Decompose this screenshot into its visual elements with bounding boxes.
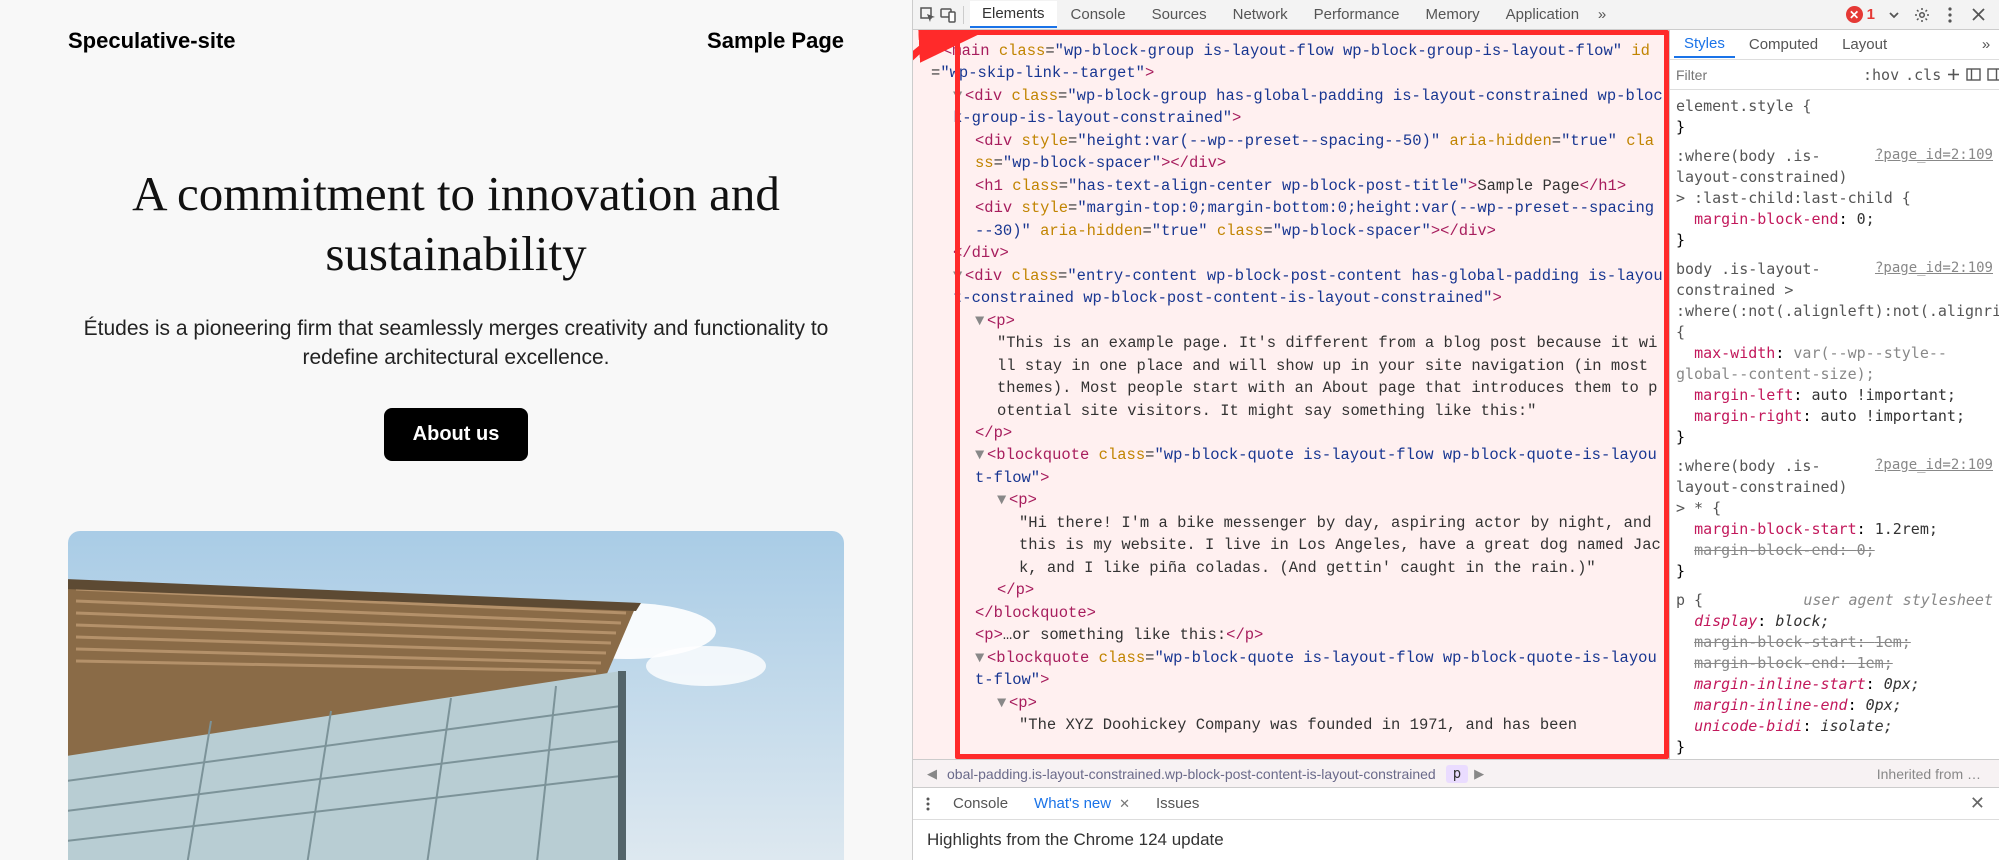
cls-toggle[interactable]: .cls — [1905, 66, 1941, 84]
error-count-badge[interactable]: ✕1 — [1846, 6, 1875, 23]
tab-memory[interactable]: Memory — [1414, 2, 1492, 27]
source-link[interactable]: ?page_id=2:109 — [1875, 146, 1993, 166]
hov-toggle[interactable]: :hov — [1863, 66, 1899, 84]
drawer-tab-console[interactable]: Console — [943, 791, 1018, 816]
kebab-icon[interactable] — [1941, 6, 1959, 24]
tab-performance[interactable]: Performance — [1302, 2, 1412, 27]
breadcrumb-prev-icon[interactable]: ◀ — [921, 766, 943, 782]
more-tabs-icon[interactable]: » — [1977, 36, 1995, 54]
close-drawer-icon[interactable]: ✕ — [1962, 793, 1993, 814]
panel-right-icon[interactable] — [1987, 66, 1999, 84]
tab-styles[interactable]: Styles — [1674, 31, 1735, 58]
breadcrumb-selected[interactable]: p — [1446, 765, 1468, 783]
drawer-headline: Highlights from the Chrome 124 update — [913, 820, 1999, 860]
tab-elements[interactable]: Elements — [970, 1, 1057, 28]
breadcrumb-path[interactable]: obal-padding.is-layout-constrained.wp-bl… — [943, 766, 1440, 782]
site-preview: Speculative-site Sample Page A commitmen… — [0, 0, 912, 860]
nav-sample-page[interactable]: Sample Page — [707, 28, 844, 54]
tab-console[interactable]: Console — [1059, 2, 1138, 27]
source-link[interactable]: ?page_id=2:109 — [1875, 259, 1993, 279]
drawer-tab-whatsnew[interactable]: What's new✕ — [1024, 791, 1140, 816]
hero-image — [68, 531, 844, 860]
breadcrumb-bar[interactable]: ◀ obal-padding.is-layout-constrained.wp-… — [913, 759, 1999, 787]
close-icon[interactable] — [1969, 6, 1987, 24]
tab-sources[interactable]: Sources — [1140, 2, 1219, 27]
filter-input[interactable] — [1676, 67, 1857, 83]
gear-icon[interactable] — [1913, 6, 1931, 24]
hero-title: A commitment to innovation and sustainab… — [80, 164, 832, 284]
about-us-button[interactable]: About us — [384, 408, 529, 461]
more-tabs-icon[interactable]: » — [1593, 6, 1611, 24]
styles-pane: Styles Computed Layout » :hov .cls eleme… — [1669, 30, 1999, 759]
devtools-panel: Elements Console Sources Network Perform… — [912, 0, 1999, 860]
text-node: "Hi there! I'm a bike messenger by day, … — [1019, 514, 1661, 577]
tab-layout[interactable]: Layout — [1832, 32, 1897, 57]
chevron-down-icon[interactable] — [1885, 6, 1903, 24]
close-tab-icon[interactable]: ✕ — [1119, 796, 1130, 812]
source-link[interactable]: ?page_id=2:109 — [1875, 456, 1993, 476]
device-icon[interactable] — [939, 6, 957, 24]
plus-icon[interactable] — [1947, 66, 1960, 84]
hero-subtitle: Études is a pioneering firm that seamles… — [80, 314, 832, 373]
kebab-icon[interactable] — [919, 795, 937, 813]
breadcrumb-next-icon[interactable]: ▶ — [1468, 766, 1490, 782]
elements-tree-pane[interactable]: ▼<main class="wp-block-group is-layout-f… — [913, 30, 1669, 759]
tab-application[interactable]: Application — [1494, 2, 1591, 27]
devtools-tab-bar: Elements Console Sources Network Perform… — [913, 0, 1999, 30]
text-node: "The XYZ Doohickey Company was founded i… — [1019, 716, 1577, 734]
panel-icon[interactable] — [1966, 66, 1981, 84]
site-logo[interactable]: Speculative-site — [68, 28, 236, 54]
tab-network[interactable]: Network — [1221, 2, 1300, 27]
tab-computed[interactable]: Computed — [1739, 32, 1828, 57]
inspect-icon[interactable] — [919, 6, 937, 24]
inherited-from-label: Inherited from … — [1877, 766, 1991, 782]
console-drawer: Console What's new✕ Issues ✕ Highlights … — [913, 787, 1999, 860]
drawer-tab-issues[interactable]: Issues — [1146, 791, 1209, 816]
text-node: "This is an example page. It's different… — [997, 334, 1657, 419]
styles-rules[interactable]: element.style {} ?page_id=2:109 :where(b… — [1670, 90, 1999, 759]
